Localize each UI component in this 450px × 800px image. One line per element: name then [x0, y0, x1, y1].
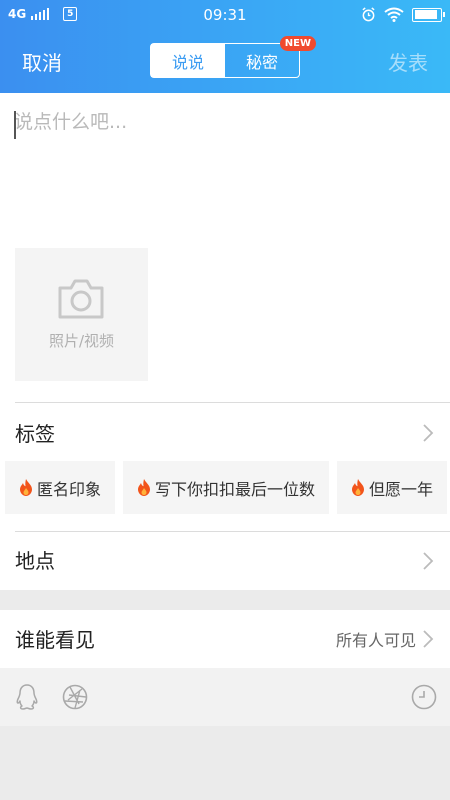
tag-list: 匿名印象 写下你扣扣最后一位数 但愿一年 [5, 461, 448, 514]
add-media-button[interactable]: 照片/视频 [15, 248, 148, 381]
visibility-value: 所有人可见 [335, 631, 416, 650]
clock-icon[interactable] [411, 684, 437, 710]
battery-icon [412, 7, 445, 22]
tag-chip[interactable]: 但愿一年 [337, 461, 448, 514]
flame-icon [352, 479, 365, 496]
location-title[interactable]: 地点 [15, 545, 55, 574]
media-label: 照片/视频 [48, 332, 115, 350]
visibility-title: 谁能看见 [15, 628, 95, 652]
status-bar: 4G 5 09:31 [0, 0, 450, 30]
new-badge: NEW [279, 36, 316, 51]
tag-label: 但愿一年 [369, 479, 434, 499]
text-cursor [14, 111, 16, 139]
tag-chip[interactable]: 匿名印象 [5, 461, 116, 514]
tag-label: 匿名印象 [37, 479, 102, 499]
bottom-toolbar [0, 668, 450, 726]
compose-input[interactable] [14, 107, 434, 247]
wifi-icon [384, 7, 404, 22]
divider [15, 531, 450, 532]
qq-penguin-icon[interactable] [16, 684, 38, 710]
section-gap [0, 590, 450, 610]
tags-title[interactable]: 标签 [15, 418, 55, 447]
tag-chip[interactable]: 写下你扣扣最后一位数 [123, 461, 330, 514]
flame-icon [138, 479, 151, 496]
alarm-icon [362, 7, 375, 22]
flame-icon [20, 479, 32, 496]
tab-shuoshuo[interactable]: 说说 [151, 44, 225, 77]
publish-button[interactable]: 发表 [388, 47, 428, 76]
divider [15, 402, 450, 403]
chevron-right-icon [423, 630, 434, 648]
tag-label: 写下你扣扣最后一位数 [155, 479, 316, 499]
visibility-row[interactable]: 谁能看见 所有人可见 [0, 610, 450, 668]
keyboard-area [0, 726, 450, 800]
mode-tabs: 说说 秘密 NEW [150, 36, 316, 78]
chevron-right-icon[interactable] [422, 423, 434, 443]
status-right [361, 7, 445, 22]
cancel-button[interactable]: 取消 [22, 47, 62, 76]
aperture-icon[interactable] [62, 684, 88, 710]
top-bar: 4G 5 09:31 取消 说说 秘密 NEW 发表 [0, 0, 450, 93]
chevron-right-icon[interactable] [422, 551, 434, 571]
compose-panel: 照片/视频 标签 匿名印象 写下你扣扣最后一位数 但愿一年 [0, 93, 450, 590]
camera-icon [58, 279, 104, 319]
